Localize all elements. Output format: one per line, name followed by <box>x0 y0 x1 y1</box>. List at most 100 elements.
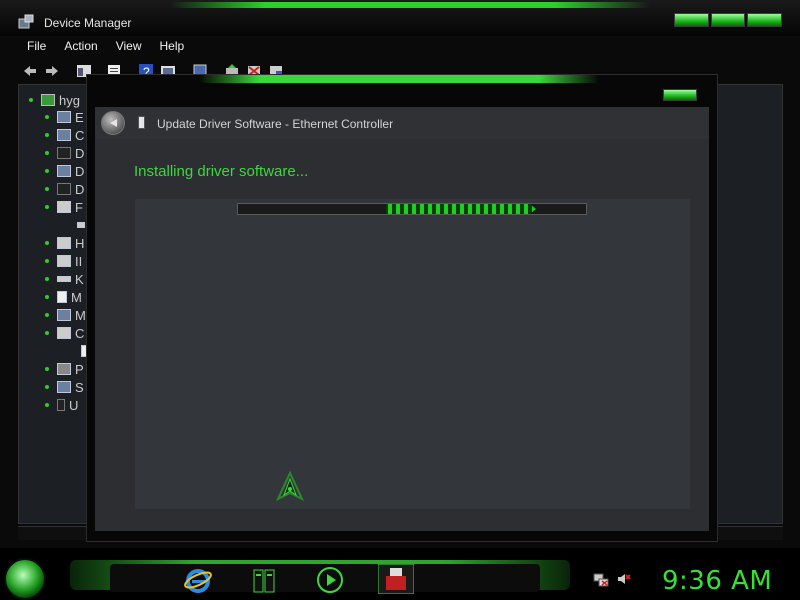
device-icon <box>57 309 71 321</box>
library-icon[interactable] <box>250 566 278 594</box>
tree-item[interactable]: II <box>45 253 82 269</box>
tree-bullet <box>45 313 49 317</box>
tree-root-label: hyg <box>59 92 80 108</box>
device-icon <box>57 147 71 159</box>
computer-icon <box>41 94 55 106</box>
tree-bullet <box>45 259 49 263</box>
taskbar: 9:36 AM <box>0 548 800 600</box>
device-icon <box>57 291 67 303</box>
tree-bullet <box>45 205 49 209</box>
dialog-header: Update Driver Software - Ethernet Contro… <box>95 107 709 139</box>
update-driver-dialog: Update Driver Software - Ethernet Contro… <box>86 74 718 542</box>
tree-bullet <box>45 295 49 299</box>
menu-file[interactable]: File <box>18 38 55 56</box>
progress-marquee <box>386 204 536 214</box>
progress-bar <box>237 203 587 215</box>
tree-bullet <box>45 331 49 335</box>
tree-item-label: C <box>75 127 85 143</box>
tree-item[interactable]: H <box>45 235 84 251</box>
device-icon <box>57 201 71 213</box>
device-icon <box>77 222 85 228</box>
tree-item-label: D <box>75 163 85 179</box>
forward-arrow-icon[interactable] <box>44 63 60 79</box>
tree-item-label: M <box>71 289 82 305</box>
tree-item[interactable]: P <box>45 361 84 377</box>
menu-action[interactable]: Action <box>55 38 106 56</box>
tree-item[interactable]: C <box>45 127 84 143</box>
internet-explorer-icon[interactable] <box>184 566 212 594</box>
device-manager-icon <box>18 14 34 29</box>
tree-item-label: F <box>75 199 83 215</box>
system-clock[interactable]: 9:36 AM <box>662 566 772 596</box>
tree-item-label: K <box>75 271 84 287</box>
tree-bullet <box>45 133 49 137</box>
dialog-title-glow <box>199 75 599 83</box>
dialog-body: Update Driver Software - Ethernet Contro… <box>95 107 709 531</box>
tree-bullet <box>45 403 49 407</box>
driver-icon <box>138 116 145 129</box>
tree-bullet <box>45 151 49 155</box>
network-icon[interactable] <box>593 571 609 587</box>
tree-item-label: P <box>75 361 84 377</box>
tree-item[interactable]: U <box>45 397 78 413</box>
tree-item-label: H <box>75 235 85 251</box>
tree-item[interactable]: F <box>45 199 83 215</box>
device-icon <box>57 399 65 411</box>
tree-item[interactable]: C <box>45 325 84 341</box>
alienware-logo-icon <box>275 471 305 501</box>
tree-item[interactable]: M <box>45 307 86 323</box>
menu-view[interactable]: View <box>107 38 151 56</box>
close-button[interactable] <box>747 13 783 27</box>
device-icon <box>57 237 71 249</box>
device-icon <box>57 363 71 375</box>
dialog-close-button[interactable] <box>663 89 697 101</box>
start-button[interactable] <box>4 558 46 600</box>
menu-bar: File Action View Help <box>18 38 783 56</box>
content-panel <box>135 199 690 509</box>
tree-item[interactable]: K <box>45 271 84 287</box>
device-icon <box>57 129 71 141</box>
tree-item-label: D <box>75 181 85 197</box>
tree-bullet <box>45 385 49 389</box>
tree-item-label: II <box>75 253 83 269</box>
window-title: Device Manager <box>44 16 132 30</box>
tree-bullet <box>29 98 33 102</box>
install-status-text: Installing driver software... <box>134 163 309 180</box>
device-icon <box>57 183 71 195</box>
tree-item[interactable]: D <box>45 163 84 179</box>
tree-bullet <box>45 277 49 281</box>
tree-item-label: D <box>75 145 85 161</box>
tree-bullet <box>45 241 49 245</box>
device-manager-task-icon[interactable] <box>378 564 414 594</box>
tree-item-label: M <box>75 307 86 323</box>
tree-bullet <box>45 169 49 173</box>
caption-buttons <box>674 13 783 27</box>
device-icon <box>57 255 71 267</box>
device-icon <box>57 276 71 282</box>
minimize-button[interactable] <box>674 13 709 27</box>
back-arrow-icon[interactable] <box>22 63 38 79</box>
tree-bullet <box>45 367 49 371</box>
tree-bullet <box>45 115 49 119</box>
tree-item[interactable]: D <box>45 181 84 197</box>
tree-item[interactable]: M <box>45 289 82 305</box>
maximize-button[interactable] <box>710 13 746 27</box>
tree-item-label: C <box>75 325 85 341</box>
media-player-icon[interactable] <box>316 566 344 594</box>
tree-item-label: S <box>75 379 84 395</box>
tree-bullet <box>45 187 49 191</box>
volume-muted-icon[interactable] <box>615 571 631 587</box>
back-button[interactable] <box>101 111 125 135</box>
tree-root[interactable]: hyg <box>29 92 80 108</box>
device-icon <box>57 381 71 393</box>
tree-item[interactable]: E <box>45 109 84 125</box>
tree-item-label: U <box>69 397 79 413</box>
title-glow <box>170 2 650 8</box>
tree-item[interactable]: S <box>45 379 84 395</box>
title-bar[interactable]: Device Manager <box>0 0 800 36</box>
tree-item-label: E <box>75 109 84 125</box>
menu-help[interactable]: Help <box>151 38 194 56</box>
dialog-title: Update Driver Software - Ethernet Contro… <box>157 117 394 131</box>
tree-item[interactable]: D <box>45 145 84 161</box>
device-icon <box>57 111 71 123</box>
